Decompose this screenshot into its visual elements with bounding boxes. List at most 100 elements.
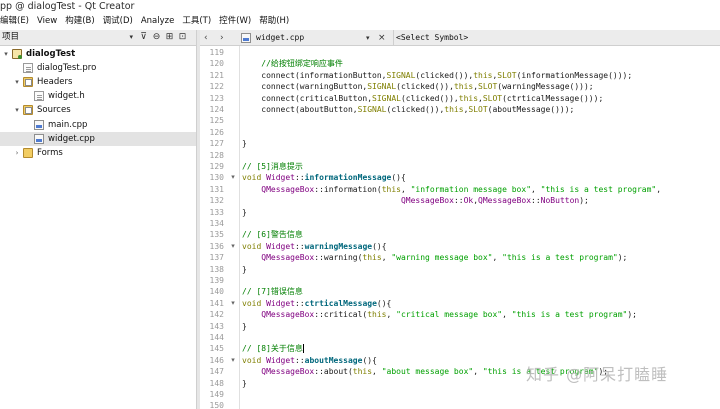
code-token: connect(criticalButton, [242, 93, 373, 103]
nav-forward-icon[interactable]: › [220, 30, 224, 46]
code-token: ); [617, 253, 628, 263]
fold-marker-icon[interactable]: ▾ [229, 172, 237, 183]
code-token: ::information( [314, 184, 382, 194]
fold-marker-icon[interactable]: ▾ [229, 355, 237, 366]
menu-widgets[interactable]: 控件(W) [216, 13, 256, 30]
tree-item-label: widget.h [48, 91, 85, 102]
tree-item[interactable]: main.cpp [0, 118, 196, 132]
split-icon[interactable]: ⊞ [164, 32, 175, 43]
filter-icon[interactable]: ⊽ [138, 32, 149, 43]
tree-item[interactable]: dialogTest.pro [0, 61, 196, 75]
code-line[interactable]: } [242, 138, 720, 149]
line-number: 130 [209, 173, 224, 183]
menu-bar: 编辑(E) View 构建(B) 调试(D) Analyze 工具(T) 控件(… [0, 13, 720, 30]
menu-build[interactable]: 构建(B) [62, 13, 99, 30]
symbol-combo[interactable]: <Select Symbol> [393, 30, 468, 46]
code-line[interactable]: connect(warningButton,SIGNAL(clicked()),… [242, 81, 720, 92]
project-view-combo[interactable]: 项目 ▾ [1, 31, 135, 44]
code-token: (clicked()), [386, 105, 445, 114]
menu-tools[interactable]: 工具(T) [179, 13, 216, 30]
title-bar: pp @ dialogTest - Qt Creator [0, 0, 720, 13]
code-token: this [444, 105, 464, 114]
menu-debug[interactable]: 调试(D) [100, 13, 138, 30]
expand-arrow-icon[interactable]: › [13, 146, 21, 160]
link-icon[interactable]: ⊖ [151, 32, 162, 43]
tree-item[interactable]: ▾ Headers [0, 75, 196, 89]
code-token: aboutMessage [304, 355, 363, 365]
code-line[interactable]: connect(informationButton,SIGNAL(clicked… [242, 70, 720, 81]
code-token: , [372, 367, 382, 377]
expand-arrow-icon[interactable]: ▾ [2, 47, 10, 61]
menu-help[interactable]: 帮助(H) [256, 13, 294, 30]
code-token: QMessageBox [261, 310, 315, 320]
code-line[interactable]: //给按钮绑定响应事件 [242, 58, 720, 69]
code-line[interactable]: // [8]关于信息 [242, 343, 720, 354]
fold-marker-icon[interactable]: ▾ [229, 241, 237, 252]
code-token: "this is a test program" [502, 253, 618, 263]
tree-item[interactable]: widget.cpp [0, 131, 196, 146]
watermark: 知乎 @阿呆打瞌睡 [526, 365, 669, 384]
code-token: ctrticalMessage [304, 298, 377, 308]
chevron-down-icon[interactable]: ▾ [366, 30, 370, 46]
code-line[interactable]: connect(aboutButton,SIGNAL(clicked()),th… [242, 104, 720, 115]
code-token: :: [453, 196, 464, 206]
text-cursor [302, 344, 304, 354]
header-file-icon [34, 91, 44, 102]
line-number: 131 [209, 184, 224, 194]
menu-analyze[interactable]: Analyze [138, 13, 180, 30]
line-number: 122 [209, 82, 224, 92]
tree-item[interactable]: ▾ dialogTest [0, 47, 196, 61]
code-token: SLOT [478, 82, 498, 92]
code-line[interactable]: } [242, 264, 720, 275]
code-line[interactable]: connect(criticalButton,SIGNAL(clicked())… [242, 93, 720, 104]
line-number: 144 [209, 333, 224, 342]
close-panel-icon[interactable]: ⊡ [177, 32, 188, 43]
code-editor: ‹ › widget.cpp ▾ × <Select Symbol> 119 12… [200, 30, 720, 409]
menu-view[interactable]: View [34, 13, 62, 30]
tree-item[interactable]: widget.h [0, 89, 196, 103]
expand-arrow-icon[interactable]: ▾ [13, 103, 21, 117]
close-document-icon[interactable]: × [378, 30, 386, 46]
code-line[interactable]: void Widget::informationMessage(){ [242, 172, 720, 183]
code-token: (){ [372, 241, 387, 251]
expand-arrow-icon[interactable]: ▾ [13, 75, 21, 89]
code-line[interactable]: // [5]消息提示 [242, 161, 720, 172]
code-line[interactable]: } [242, 207, 720, 218]
code-token: :: [295, 241, 305, 251]
gutter-divider [239, 46, 240, 409]
code-token: (clicked()), [415, 70, 474, 80]
tree-item[interactable]: › Forms [0, 146, 196, 160]
menu-edit[interactable]: 编辑(E) [0, 13, 34, 30]
code-token: void [242, 298, 262, 308]
line-number: 137 [209, 253, 224, 263]
code-line[interactable]: QMessageBox::warning(this, "warning mess… [242, 252, 720, 263]
code-token: Widget [266, 241, 295, 251]
code-token: connect(aboutButton, [242, 105, 358, 114]
code-line[interactable]: QMessageBox::critical(this, "critical me… [242, 309, 720, 320]
tree-item-label: Forms [37, 147, 63, 158]
tree-item[interactable]: ▾ Sources [0, 103, 196, 117]
code-line[interactable]: void Widget::ctrticalMessage(){ [242, 298, 720, 309]
window-title: pp @ dialogTest - Qt Creator [0, 1, 135, 12]
code-line[interactable]: QMessageBox::Ok,QMessageBox::NoButton); [242, 195, 720, 206]
code-token: ::warning( [314, 253, 363, 263]
fold-marker-icon[interactable]: ▾ [229, 298, 237, 309]
code-line[interactable]: } [242, 321, 720, 332]
code-token: warningMessage [304, 241, 373, 251]
line-number: 119 [209, 48, 224, 57]
code-line[interactable]: // [6]警告信息 [242, 229, 720, 240]
line-number: 128 [209, 150, 224, 160]
nav-back-icon[interactable]: ‹ [204, 30, 208, 46]
cpp-file-icon [241, 33, 251, 43]
open-file-name[interactable]: widget.cpp [256, 30, 304, 46]
code-line[interactable]: QMessageBox::information(this, "informat… [242, 184, 720, 195]
code-token: , [492, 253, 503, 263]
code-line[interactable]: // [7]错误信息 [242, 286, 720, 297]
code-token: } [242, 139, 247, 149]
line-number: 134 [209, 219, 224, 228]
line-number: 132 [209, 196, 224, 206]
code-line[interactable]: void Widget::warningMessage(){ [242, 241, 720, 252]
